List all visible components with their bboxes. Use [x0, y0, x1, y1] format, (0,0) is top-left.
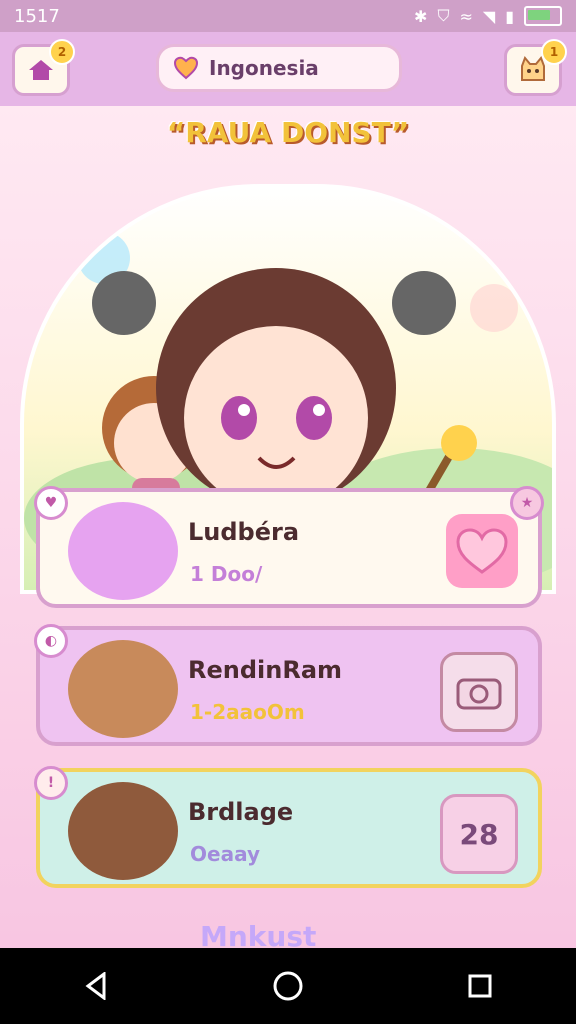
signal-icon: ▮ — [505, 6, 514, 26]
action-count: 28 — [459, 817, 499, 851]
vibrate-icon: ≈ — [459, 6, 473, 26]
avatar — [68, 640, 178, 738]
card-name: Brdlage — [188, 798, 294, 826]
count-button[interactable]: 28 — [440, 794, 518, 874]
card-sub: 1-2aaoOm — [190, 700, 305, 724]
hero-title: “RAUA DONST” — [166, 116, 410, 149]
status-bar: 1517 ✱ ⛉ ≈ ◥ ▮ — [0, 0, 576, 32]
wifi-icon: ◥ — [482, 6, 496, 26]
language-selector[interactable]: Ingonesia — [156, 44, 402, 92]
card-name: Ludbéra — [188, 518, 300, 546]
camera-icon — [456, 678, 502, 710]
favorite-button[interactable] — [446, 514, 518, 588]
recents-button[interactable] — [450, 956, 510, 1016]
back-button[interactable] — [66, 956, 126, 1016]
heart-icon: ♥ — [34, 486, 68, 520]
home-badge: 2 — [49, 39, 75, 65]
shield-icon: ⛉ — [437, 6, 450, 25]
notify-badge: 1 — [541, 39, 567, 65]
square-icon — [468, 974, 492, 998]
android-nav-bar — [0, 948, 576, 1024]
card-name: RendinRam — [188, 656, 343, 684]
card-sub: 1 Doo/ — [190, 562, 263, 586]
home-button[interactable]: 2 — [12, 39, 75, 96]
battery-icon — [524, 6, 562, 26]
heart-pill-icon — [173, 56, 199, 80]
notifications-button[interactable]: 1 — [504, 39, 567, 96]
top-bar: 2 Ingonesia 1 — [0, 32, 576, 109]
camera-button[interactable] — [440, 652, 518, 732]
circle-home-icon — [273, 971, 303, 1001]
list-item[interactable]: ◐ RendinRam 1-2aaoOm — [34, 624, 542, 746]
home-nav-button[interactable] — [258, 956, 318, 1016]
list-item[interactable]: ♥ Ludbéra 1 Doo/ ★ — [34, 486, 544, 608]
bluetooth-icon: ✱ — [414, 6, 428, 26]
language-label: Ingonesia — [209, 56, 319, 80]
avatar — [68, 502, 178, 600]
back-icon — [85, 972, 106, 1000]
camera-icon: ◐ — [34, 624, 68, 658]
status-time: 1517 — [14, 5, 60, 27]
list-item[interactable]: ! Brdlage Oeaay 28 — [34, 766, 542, 888]
game-scene: “RAUA DONST” ♥ Ludbéra 1 Doo/ ★ ◐ Rendin… — [0, 106, 576, 953]
avatar — [68, 782, 178, 880]
speech-icon: ! — [34, 766, 68, 800]
home-icon — [29, 60, 53, 80]
star-icon: ★ — [510, 486, 544, 520]
status-icons: ✱ ⛉ ≈ ◥ ▮ — [414, 6, 562, 26]
card-sub: Oeaay — [190, 842, 260, 866]
heart-icon — [456, 528, 508, 574]
